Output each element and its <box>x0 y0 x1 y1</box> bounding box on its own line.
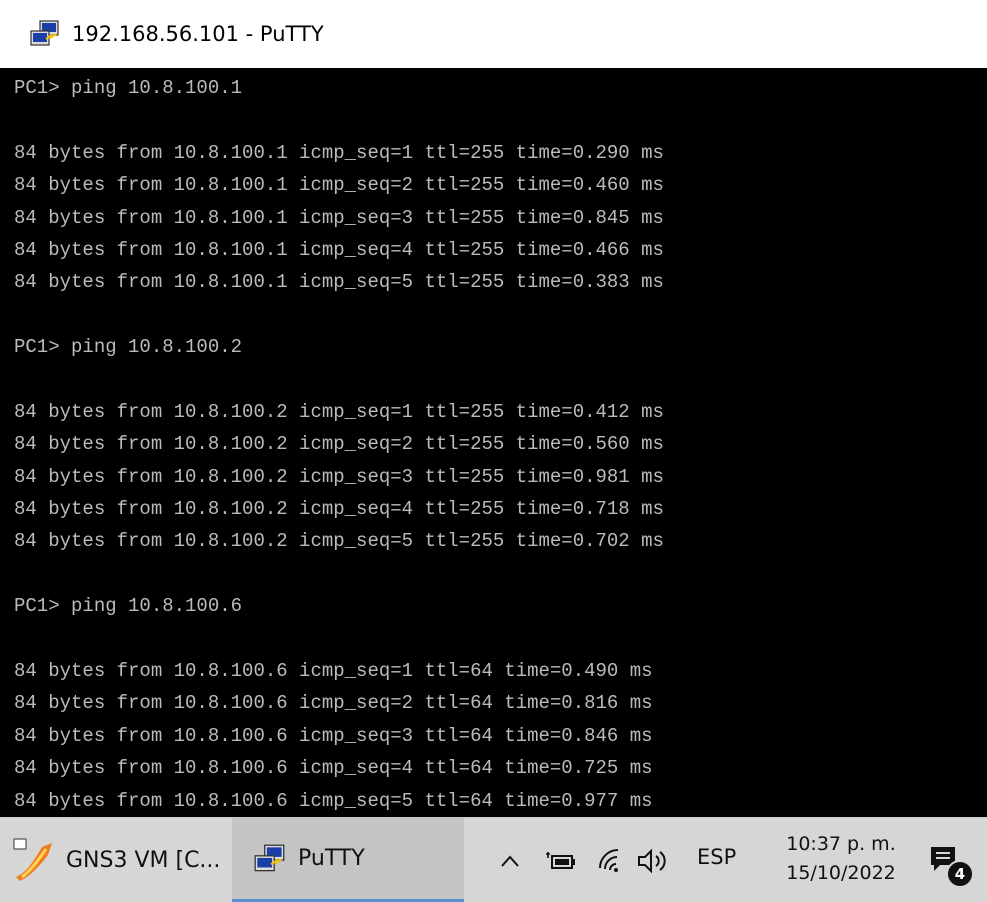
clock-date: 15/10/2022 <box>786 862 896 884</box>
terminal-line: PC1> ping 10.8.100.6 <box>14 595 243 618</box>
terminal-line: 84 bytes from 10.8.100.6 icmp_seq=2 ttl=… <box>14 692 653 715</box>
window-title: 192.168.56.101 - PuTTY <box>72 22 324 46</box>
terminal-line: 84 bytes from 10.8.100.2 icmp_seq=5 ttl=… <box>14 530 664 553</box>
terminal-output[interactable]: PC1> ping 10.8.100.1 84 bytes from 10.8.1… <box>0 68 987 817</box>
terminal-line: 84 bytes from 10.8.100.6 icmp_seq=1 ttl=… <box>14 660 653 683</box>
gns3-icon <box>13 838 52 881</box>
taskbar-app-label: PuTTY <box>298 846 365 871</box>
terminal-line: 84 bytes from 10.8.100.2 icmp_seq=3 ttl=… <box>14 465 664 488</box>
input-language-indicator[interactable]: ESP <box>697 845 736 869</box>
terminal-line: 84 bytes from 10.8.100.6 icmp_seq=5 ttl=… <box>14 789 653 812</box>
window-titlebar[interactable]: 192.168.56.101 - PuTTY <box>0 0 987 68</box>
terminal-line: 84 bytes from 10.8.100.1 icmp_seq=4 ttl=… <box>14 238 664 261</box>
terminal-line: PC1> ping 10.8.100.2 <box>14 336 243 359</box>
clock-time: 10:37 p. m. <box>786 833 896 855</box>
terminal-line: 84 bytes from 10.8.100.1 icmp_seq=1 ttl=… <box>14 141 664 164</box>
taskbar-app-gns3[interactable]: GNS3 VM [C... <box>0 818 232 902</box>
terminal-line: 84 bytes from 10.8.100.2 icmp_seq=4 ttl=… <box>14 498 664 521</box>
terminal-line: 84 bytes from 10.8.100.6 icmp_seq=4 ttl=… <box>14 757 653 780</box>
notification-count-badge: 4 <box>946 860 974 888</box>
putty-icon <box>30 20 59 46</box>
chevron-up-icon[interactable] <box>500 854 520 868</box>
putty-icon <box>254 844 285 871</box>
terminal-line: PC1> ping 10.8.100.1 <box>14 77 243 99</box>
battery-icon[interactable] <box>546 848 576 874</box>
system-clock[interactable]: 10:37 p. m. 15/10/2022 <box>776 830 906 888</box>
volume-icon[interactable] <box>636 848 670 874</box>
terminal-line: 84 bytes from 10.8.100.2 icmp_seq=1 ttl=… <box>14 400 664 423</box>
wifi-icon[interactable] <box>596 848 624 874</box>
terminal-line: 84 bytes from 10.8.100.1 icmp_seq=3 ttl=… <box>14 206 664 229</box>
notification-center-button[interactable]: 4 <box>928 844 974 888</box>
terminal-line: 84 bytes from 10.8.100.1 icmp_seq=5 ttl=… <box>14 271 664 294</box>
terminal-line: 84 bytes from 10.8.100.2 icmp_seq=2 ttl=… <box>14 433 664 456</box>
taskbar-app-putty[interactable]: PuTTY <box>232 818 464 902</box>
terminal-line: 84 bytes from 10.8.100.1 icmp_seq=2 ttl=… <box>14 174 664 197</box>
terminal-line: 84 bytes from 10.8.100.6 icmp_seq=3 ttl=… <box>14 724 653 747</box>
taskbar: GNS3 VM [C... PuTTY ESP 10:37 p. m. 15/1… <box>0 817 987 902</box>
taskbar-app-label: GNS3 VM [C... <box>66 847 221 873</box>
